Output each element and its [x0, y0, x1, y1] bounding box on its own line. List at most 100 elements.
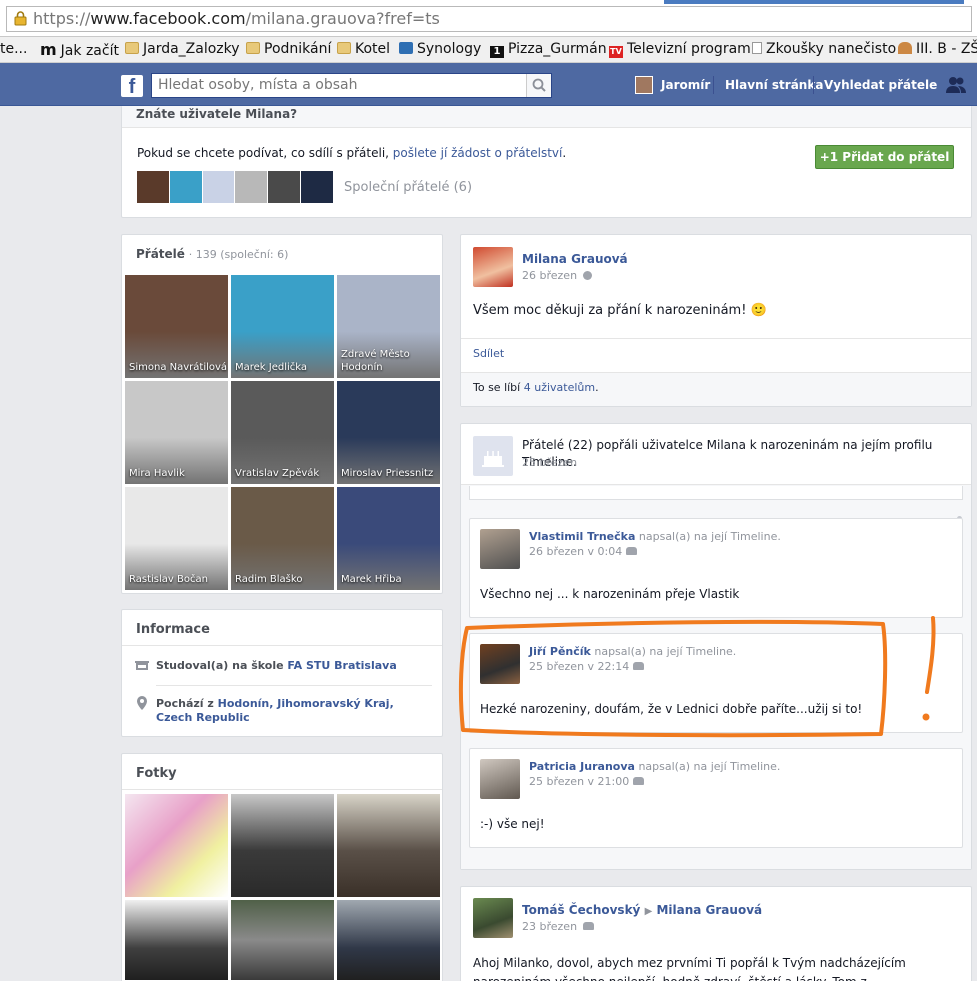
photo-thumb[interactable]: [231, 794, 334, 897]
folder-icon: [125, 42, 139, 54]
lock-icon: [14, 11, 27, 26]
friend-name[interactable]: Simona Navrátilová: [129, 361, 227, 374]
search-input[interactable]: Hledat osoby, místa a obsah: [151, 73, 552, 98]
birthday-date[interactable]: 25 březen: [522, 456, 577, 469]
friend-tile[interactable]: Marek Jedlička: [231, 275, 334, 378]
dsm-icon: [399, 42, 413, 54]
commenter-name[interactable]: Patricia Juranova: [529, 760, 635, 773]
bookmark-7[interactable]: TV Televizní program: [609, 41, 751, 58]
friend-tile[interactable]: Vratislav Zpěvák: [231, 381, 334, 484]
commenter-avatar[interactable]: [480, 759, 520, 799]
search-button[interactable]: [526, 74, 551, 97]
tv-icon: TV: [609, 46, 623, 58]
post1-text: Všem moc děkuji za přání k narozeninám! …: [473, 303, 767, 318]
nav-user-name[interactable]: Jaromír: [661, 78, 710, 92]
arrow-right-icon: ▶: [644, 906, 653, 917]
wall-post-time[interactable]: 26 březen v 0:04: [529, 545, 622, 558]
share-link[interactable]: Sdílet: [473, 347, 504, 360]
bookmark-9[interactable]: III. B - ZŠ: [898, 41, 977, 58]
bookmark-1[interactable]: m Jak začít: [40, 41, 119, 60]
search-icon: [532, 78, 546, 92]
post1-date[interactable]: 26 březen: [522, 269, 577, 282]
photo-thumb[interactable]: [337, 900, 440, 980]
url-field[interactable]: https://www.facebook.com/milana.grauova?…: [6, 6, 972, 32]
friend-name[interactable]: Miroslav Priessnitz: [341, 467, 433, 480]
send-request-link[interactable]: pošlete jí žádost o přátelství: [393, 146, 563, 160]
mutual-friends-link[interactable]: Společní přátelé (6): [344, 180, 472, 195]
mutual-friend-avatar[interactable]: [301, 171, 333, 203]
wall-post-time-row: 25 březen v 21:00: [529, 775, 645, 788]
bookmark-8[interactable]: Zkoušky nanečisto: [752, 41, 896, 58]
friends-count: · 139 (společní: 6): [188, 248, 289, 261]
school-icon: [898, 42, 912, 54]
friends-card-header: Přátelé · 139 (společní: 6): [136, 247, 288, 261]
bookmark-6[interactable]: 1 Pizza_Gurmán: [490, 41, 607, 58]
friend-tile[interactable]: Marek Hřiba: [337, 487, 440, 590]
author-avatar[interactable]: [473, 898, 513, 938]
friend-requests-icon[interactable]: [945, 75, 967, 95]
friends-audience-icon: [626, 547, 638, 555]
friend-tile[interactable]: Simona Navrátilová: [125, 275, 228, 378]
friend-name[interactable]: Marek Jedlička: [235, 361, 307, 374]
friend-tile[interactable]: Rastislav Bočan: [125, 487, 228, 590]
friend-name[interactable]: Zdravé Město Hodonín: [341, 348, 440, 374]
post1-author[interactable]: Milana Grauová: [522, 252, 628, 266]
wall-post-time[interactable]: 25 březen v 21:00: [529, 775, 629, 788]
url-path: /milana.grauova?fref=ts: [245, 9, 440, 28]
bookmark-4[interactable]: Kotel: [337, 41, 390, 58]
mutual-friend-avatar[interactable]: [268, 171, 301, 203]
friends-title[interactable]: Přátelé: [136, 247, 185, 261]
friend-tile[interactable]: Mira Havlik: [125, 381, 228, 484]
nav-home-link[interactable]: Hlavní stránka: [725, 78, 823, 92]
post1-likes: To se líbí 4 uživatelům.: [473, 381, 599, 394]
friend-name[interactable]: Radim Blaško: [235, 573, 302, 586]
commenter-avatar[interactable]: [480, 529, 520, 569]
friend-name[interactable]: Mira Havlik: [129, 467, 185, 480]
post1-divider: [461, 338, 971, 339]
globe-icon: [582, 271, 592, 280]
mutual-friend-avatar[interactable]: [235, 171, 268, 203]
photo-thumb[interactable]: [337, 794, 440, 897]
friend-name[interactable]: Marek Hřiba: [341, 573, 402, 586]
post3-author[interactable]: Tomáš Čechovský: [522, 903, 640, 917]
mutual-friend-avatar[interactable]: [169, 171, 202, 203]
friends-audience-icon: [582, 922, 594, 930]
friend-name[interactable]: Rastislav Bočan: [129, 573, 208, 586]
author-avatar[interactable]: [473, 247, 513, 287]
add-friend-button[interactable]: +1 Přidat do přátel: [815, 145, 954, 169]
nav-find-friends-link[interactable]: Vyhledat přátele: [824, 78, 937, 92]
bookmark-2[interactable]: Jarda_Zalozky: [125, 41, 240, 58]
mutual-friend-avatar[interactable]: [202, 171, 235, 203]
nav-divider: [713, 76, 714, 94]
hometown-line: Pochází z Hodonín, Jihomoravský Kraj, Cz…: [156, 697, 394, 724]
bookmark-0[interactable]: te...: [0, 41, 27, 58]
mutual-friend-avatar[interactable]: [137, 171, 169, 203]
school-link[interactable]: FA STU Bratislava: [287, 659, 396, 672]
post3-date-row: 23 březen: [522, 920, 594, 933]
mutual-friends-thumbs: [137, 171, 333, 203]
education-line: Studoval(a) na škole FA STU Bratislava: [156, 659, 397, 672]
photo-thumb[interactable]: [125, 794, 228, 897]
post3-target[interactable]: Milana Grauová: [656, 903, 762, 917]
url-domain: www.facebook.com: [90, 9, 246, 28]
bookmarks-bar: te... m Jak začít Jarda_Zalozky Podnikání…: [0, 37, 977, 63]
friend-tile[interactable]: Miroslav Priessnitz: [337, 381, 440, 484]
previous-comment-edge: [469, 486, 963, 500]
user-avatar[interactable]: [635, 76, 653, 94]
facebook-logo-icon[interactable]: f: [121, 75, 143, 97]
friend-name[interactable]: Vratislav Zpěvák: [235, 467, 319, 480]
likes-link[interactable]: 4 uživatelům: [524, 381, 595, 394]
page-icon: [752, 42, 762, 54]
m-icon: m: [40, 40, 57, 59]
photo-thumb[interactable]: [231, 900, 334, 980]
post3-header: Tomáš Čechovský ▶ Milana Grauová: [522, 903, 762, 917]
post3-date[interactable]: 23 březen: [522, 920, 577, 933]
wall-post-time-row: 26 březen v 0:04: [529, 545, 638, 558]
photo-thumb[interactable]: [125, 900, 228, 980]
friend-tile[interactable]: Zdravé Město Hodonín: [337, 275, 440, 378]
bookmark-3[interactable]: Podnikání: [246, 41, 331, 58]
bookmark-5[interactable]: Synology: [399, 41, 481, 58]
commenter-name[interactable]: Vlastimil Trnečka: [529, 530, 635, 543]
friend-tile[interactable]: Radim Blaško: [231, 487, 334, 590]
photos-title[interactable]: Fotky: [136, 766, 177, 781]
